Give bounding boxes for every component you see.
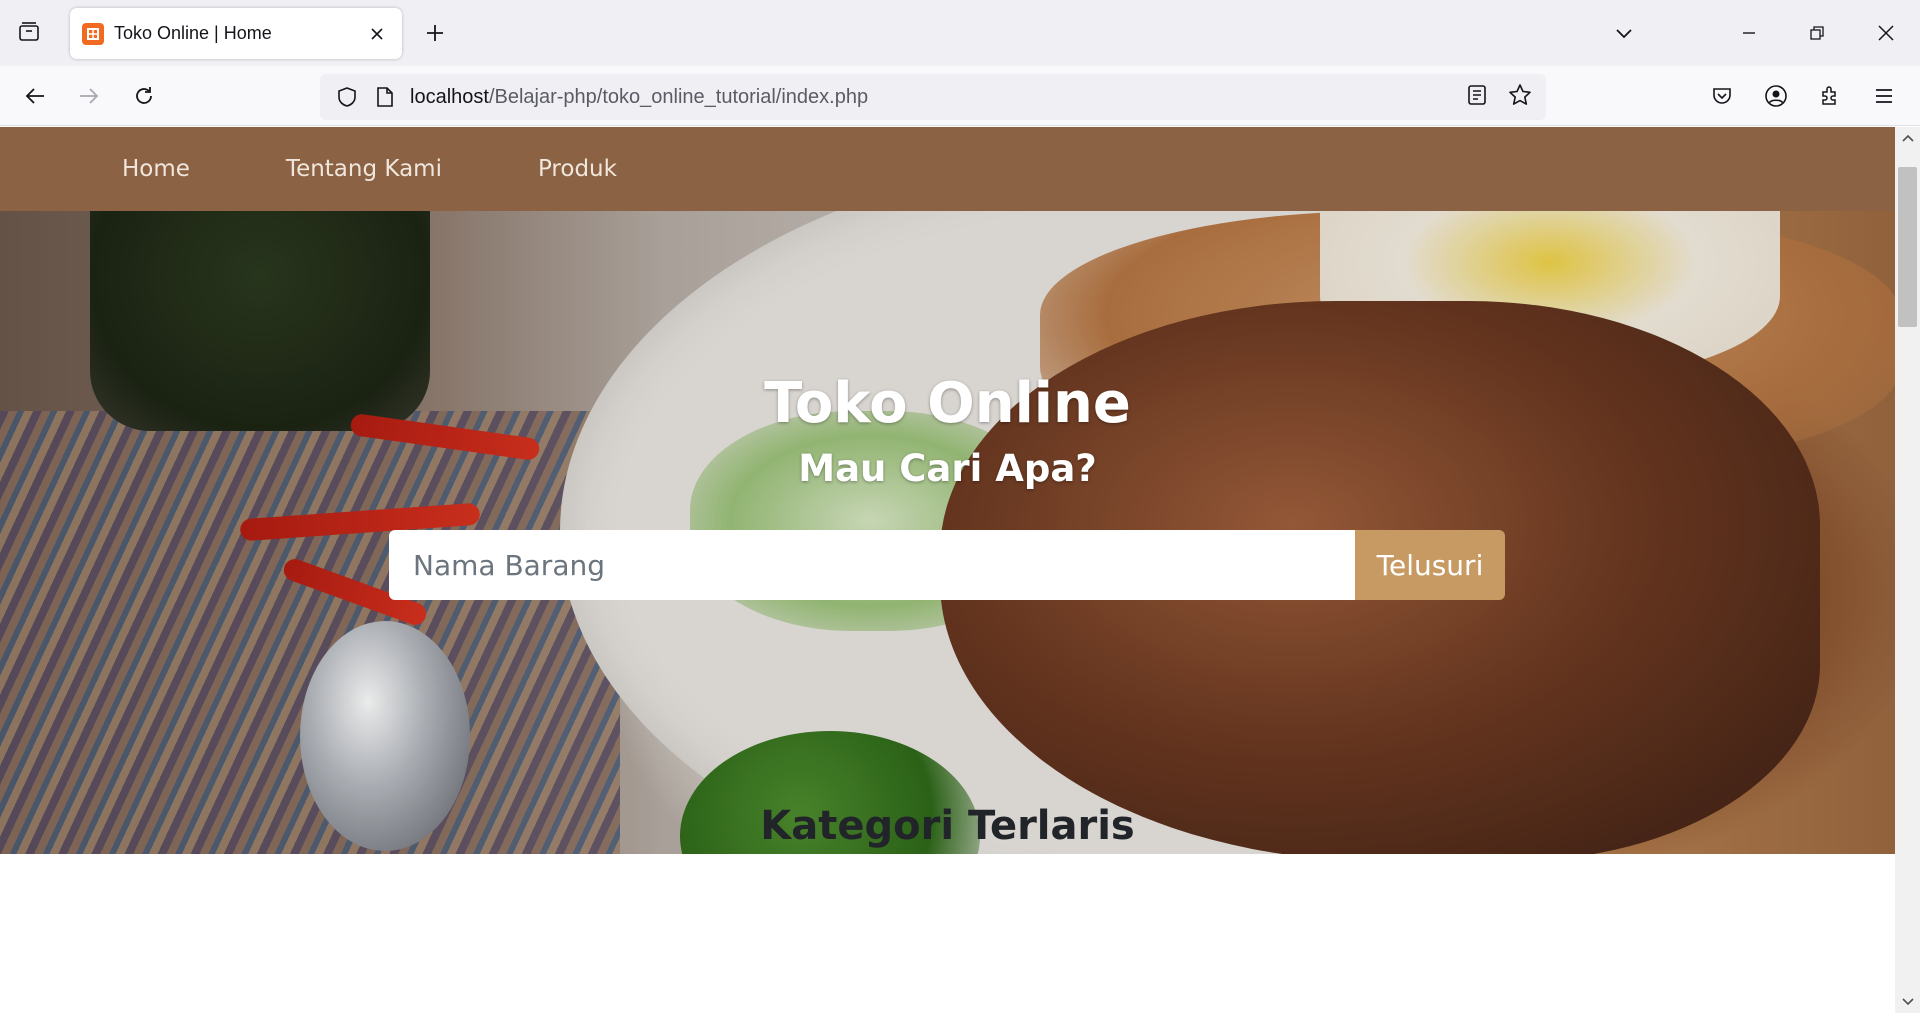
address-bar[interactable]: localhost/Belajar-php/toko_online_tutori… (320, 74, 1546, 120)
url-text[interactable]: localhost/Belajar-php/toko_online_tutori… (410, 86, 1466, 109)
url-path: /Belajar-php/toko_online_tutorial/index.… (488, 85, 869, 108)
hero-banner: Toko Online Mau Cari Apa? Telusuri (0, 211, 1895, 854)
pocket-icon (1713, 88, 1731, 104)
pocket-button[interactable] (1705, 79, 1739, 113)
minimize-button[interactable] (1729, 14, 1769, 52)
restore-button[interactable] (1797, 14, 1837, 52)
nav-link-home[interactable]: Home (122, 156, 190, 182)
window-close-button[interactable] (1866, 14, 1906, 52)
arrow-left-icon (25, 88, 44, 104)
reload-icon (136, 87, 152, 104)
search-form: Telusuri (389, 530, 1505, 600)
tab-close-button[interactable] (364, 21, 390, 47)
new-tab-button[interactable] (420, 18, 450, 48)
chevron-up-icon (1901, 134, 1914, 142)
arrow-right-icon (80, 88, 99, 104)
reader-view-icon[interactable] (1466, 84, 1488, 111)
extensions-button[interactable] (1813, 79, 1847, 113)
site-navbar: Home Tentang Kami Produk (0, 127, 1895, 211)
hero-subtitle: Mau Cari Apa? (798, 447, 1097, 490)
browser-tabstrip: Toko Online | Home (0, 0, 1920, 66)
close-icon (1878, 25, 1894, 41)
page-info-icon[interactable] (370, 82, 400, 112)
search-input[interactable] (389, 530, 1355, 600)
forward-button[interactable] (72, 79, 106, 113)
scroll-down-button[interactable] (1895, 991, 1920, 1013)
plus-icon (427, 25, 443, 41)
page-content: Home Tentang Kami Produk Toko Online Mau… (0, 127, 1895, 1013)
hero-title: Toko Online (764, 371, 1131, 436)
url-host: localhost (410, 85, 489, 108)
nav-link-tentang-kami[interactable]: Tentang Kami (286, 156, 442, 182)
app-menu-button[interactable] (1867, 79, 1901, 113)
restore-icon (1810, 26, 1824, 40)
account-icon (1765, 85, 1787, 107)
tab-title: Toko Online | Home (114, 23, 272, 43)
search-button[interactable]: Telusuri (1355, 530, 1505, 600)
minimize-icon (1743, 32, 1755, 34)
tab-overview-button[interactable] (14, 17, 44, 47)
browser-tab-active[interactable]: Toko Online | Home (70, 8, 402, 59)
scrollbar-thumb[interactable] (1898, 167, 1917, 327)
account-button[interactable] (1759, 79, 1793, 113)
browser-navbar: localhost/Belajar-php/toko_online_tutori… (0, 66, 1920, 126)
nav-link-produk[interactable]: Produk (538, 156, 617, 182)
close-icon (371, 27, 383, 40)
chevron-down-icon (1901, 998, 1914, 1006)
tab-list-dropdown-button[interactable] (1604, 14, 1644, 52)
tracking-protection-shield-icon[interactable] (332, 82, 362, 112)
puzzle-icon (1822, 86, 1836, 105)
reload-button[interactable] (127, 79, 161, 113)
chevron-down-icon (1616, 29, 1632, 39)
hamburger-menu-icon (1876, 89, 1892, 103)
scroll-up-button[interactable] (1895, 127, 1920, 149)
section-title: Kategori Terlaris (760, 803, 1135, 849)
back-button[interactable] (18, 79, 52, 113)
page-scrollbar[interactable] (1895, 127, 1920, 1013)
xampp-favicon-icon (82, 22, 104, 45)
bookmark-star-icon[interactable] (1508, 83, 1532, 112)
tab-overview-icon (19, 22, 39, 41)
